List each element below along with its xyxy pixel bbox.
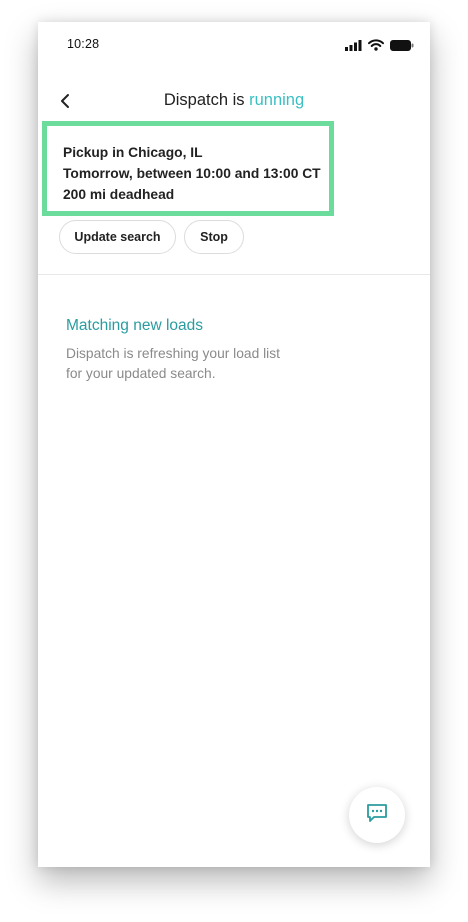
deadhead-radius: 200 mi deadhead (63, 187, 175, 202)
page-header: Dispatch is running (38, 90, 430, 120)
status-section-title: Matching new loads (66, 317, 203, 334)
chat-button[interactable] (349, 787, 405, 843)
status-bar: 10:28 (38, 22, 430, 66)
title-prefix: Dispatch is (163, 91, 250, 109)
phone-screen: 10:28 Dispatch is running Pickup in Chic… (38, 22, 430, 867)
status-time: 10:28 (67, 37, 100, 51)
pickup-location: Pickup in Chicago, IL (63, 145, 203, 160)
update-search-button[interactable]: Update search (59, 220, 176, 254)
battery-icon (390, 38, 414, 56)
stop-button[interactable]: Stop (184, 220, 244, 254)
wifi-icon (368, 38, 384, 56)
title-status: running (249, 91, 305, 109)
divider (38, 274, 430, 275)
page-title: Dispatch is running (38, 91, 430, 110)
pickup-timeframe: Tomorrow, between 10:00 and 13:00 CT (63, 166, 321, 181)
status-section-description: Dispatch is refreshing your load list fo… (66, 346, 280, 381)
search-summary-card: Pickup in Chicago, IL Tomorrow, between … (42, 121, 334, 216)
status-icons (345, 38, 414, 56)
chat-bubble-icon (366, 802, 388, 829)
signal-icon (345, 38, 362, 56)
